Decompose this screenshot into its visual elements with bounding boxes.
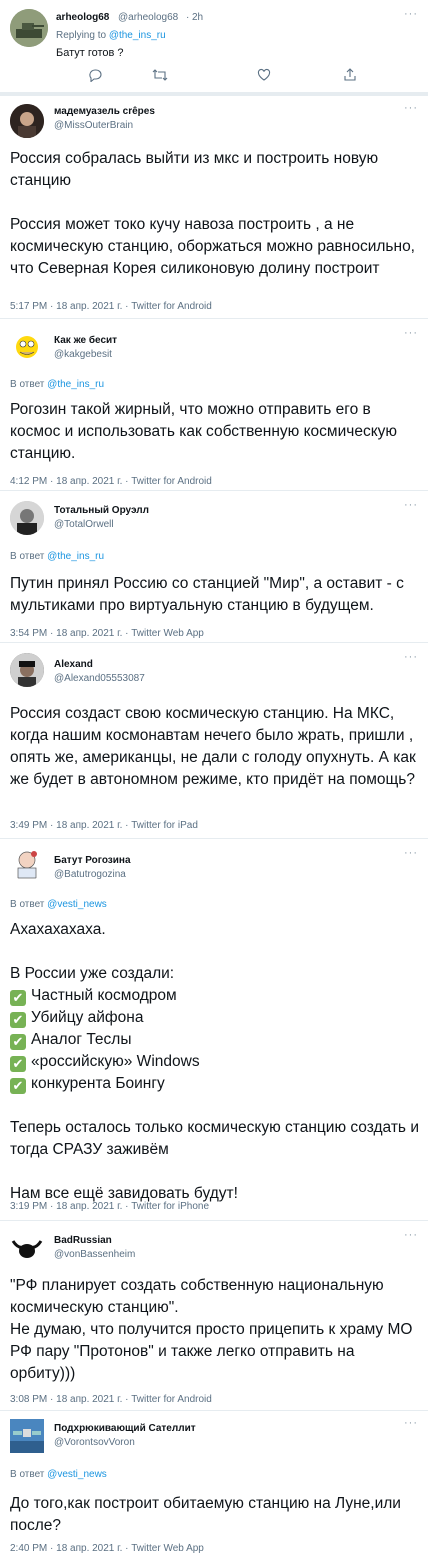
author-handle[interactable]: @VorontsovVoron: [54, 1437, 135, 1448]
author-handle[interactable]: @arheolog68: [118, 12, 178, 23]
separator-dot: ·: [186, 12, 190, 23]
replying-prefix: Replying to: [56, 30, 109, 41]
reply-to-link[interactable]: @vesti_news: [47, 899, 107, 910]
avatar[interactable]: [10, 104, 44, 138]
tweet-meta[interactable]: 3:08 PM · 18 апр. 2021 г. · Twitter for …: [10, 1394, 212, 1405]
check-item: ✔ Частный космодром: [10, 985, 420, 1007]
tweet-meta[interactable]: 5:17 PM · 18 апр. 2021 г. · Twitter for …: [10, 301, 212, 312]
avatar[interactable]: [10, 653, 44, 687]
author-handle[interactable]: @TotalOrwell: [54, 519, 114, 530]
in-reply-to: В ответ @vesti_news: [10, 899, 107, 910]
more-icon[interactable]: ···: [404, 499, 418, 511]
in-reply-to: В ответ @the_ins_ru: [10, 379, 104, 390]
check-item: ✔ «российскую» Windows: [10, 1051, 420, 1073]
author-handle[interactable]: @Batutrogozina: [54, 869, 126, 880]
reply-to-link[interactable]: @the_ins_ru: [47, 379, 104, 390]
more-icon[interactable]: ···: [404, 102, 418, 114]
more-icon[interactable]: ···: [404, 847, 418, 859]
in-reply-to: В ответ @the_ins_ru: [10, 551, 104, 562]
share-icon[interactable]: [343, 68, 357, 82]
replying-to: Replying to @the_ins_ru: [56, 30, 166, 41]
author-name[interactable]: BadRussian: [54, 1235, 112, 1246]
author-handle[interactable]: @Alexand05553087: [54, 673, 145, 684]
retweet-icon[interactable]: [152, 68, 168, 82]
tweet-kakgebesit[interactable]: Как же бесит @kakgebesit ··· В ответ @th…: [0, 318, 428, 490]
avatar[interactable]: [10, 329, 44, 363]
tweet-vonbassenheim[interactable]: BadRussian @vonBassenheim ··· "РФ планир…: [0, 1220, 428, 1410]
tank-avatar-icon: [10, 9, 48, 47]
reply-to-link[interactable]: @the_ins_ru: [47, 551, 104, 562]
tweet-text: Батут готов ?: [56, 47, 124, 59]
orwell-avatar-icon: [10, 501, 44, 535]
timestamp[interactable]: 2h: [192, 12, 203, 23]
text-line: В России уже создали:: [10, 965, 175, 982]
author-handle[interactable]: @vonBassenheim: [54, 1249, 135, 1260]
text-line: Ахахахахаха.: [10, 921, 106, 938]
check-item: ✔ Аналог Теслы: [10, 1029, 420, 1051]
avatar[interactable]: [10, 847, 44, 881]
tweet-text: До того,как построит обитаемую станцию н…: [10, 1495, 401, 1534]
avatar[interactable]: [10, 1231, 44, 1265]
homer-avatar-icon: [16, 336, 38, 358]
author-name[interactable]: Alexand: [54, 659, 93, 670]
author-handle[interactable]: @MissOuterBrain: [54, 120, 133, 131]
avatar[interactable]: [10, 1419, 44, 1453]
reply-icon[interactable]: [88, 68, 102, 82]
check-mark-icon: ✔: [10, 990, 26, 1006]
tweet-meta[interactable]: 3:49 PM · 18 апр. 2021 г. · Twitter for …: [10, 820, 198, 831]
reply-prefix: В ответ: [10, 551, 48, 562]
tweet-text: Россия собралась выйти из мкс и построит…: [10, 150, 415, 277]
check-mark-icon: ✔: [10, 1078, 26, 1094]
tweet-arheolog68[interactable]: arheolog68 @arheolog68 · 2h ··· Replying…: [0, 0, 428, 92]
reply-to-link[interactable]: @vesti_news: [47, 1469, 107, 1480]
like-icon[interactable]: [257, 68, 271, 82]
author-handle[interactable]: @kakgebesit: [54, 349, 112, 360]
tweet-missouterbrain[interactable]: мадемуазель crêpes @MissOuterBrain ··· Р…: [0, 92, 428, 318]
reply-prefix: В ответ: [10, 1469, 48, 1480]
more-icon[interactable]: ···: [404, 327, 418, 339]
tweet-meta[interactable]: 4:12 PM · 18 апр. 2021 г. · Twitter for …: [10, 476, 212, 487]
avatar[interactable]: [10, 9, 48, 47]
text-line: Теперь осталось только космическую станц…: [10, 1119, 419, 1158]
cap-avatar-icon: [10, 653, 44, 687]
check-item: ✔ конкурента Боингу: [10, 1073, 420, 1095]
check-mark-icon: ✔: [10, 1034, 26, 1050]
tweet-alexand[interactable]: Alexand @Alexand05553087 ··· Россия созд…: [0, 642, 428, 838]
avatar[interactable]: [10, 501, 44, 535]
more-icon[interactable]: ···: [404, 8, 418, 20]
author-name[interactable]: Тотальный Оруэлл: [54, 505, 149, 516]
tweet-vorontsovvoron[interactable]: Подхрюкивающий Сателлит @VorontsovVoron …: [0, 1410, 428, 1555]
author-name[interactable]: Как же бесит: [54, 335, 117, 346]
tweet-text: "РФ планирует создать собственную национ…: [10, 1277, 413, 1382]
satellite-avatar-icon: [10, 1419, 44, 1453]
author-name[interactable]: Подхрюкивающий Сателлит: [54, 1423, 196, 1434]
tweet-totalorwell[interactable]: Тотальный Оруэлл @TotalOrwell ··· В отве…: [0, 490, 428, 642]
check-item: ✔ Убийцу айфона: [10, 1007, 420, 1029]
check-mark-icon: ✔: [10, 1056, 26, 1072]
tweet-meta[interactable]: 3:54 PM · 18 апр. 2021 г. · Twitter Web …: [10, 628, 204, 639]
replying-to-link[interactable]: @the_ins_ru: [109, 30, 166, 41]
tweet-text: Ахахахахаха. В России уже создали: ✔ Част…: [10, 919, 420, 1205]
tweet-meta[interactable]: 3:19 PM · 18 апр. 2021 г. · Twitter for …: [10, 1201, 209, 1212]
author-name[interactable]: Батут Рогозина: [54, 855, 131, 866]
tweet-text: Путин принял Россию со станцией "Мир", а…: [10, 575, 404, 614]
bull-avatar-icon: [11, 1240, 43, 1258]
tweet-text: Рогозин такой жирный, что можно отправит…: [10, 401, 398, 462]
reply-prefix: В ответ: [10, 899, 48, 910]
more-icon[interactable]: ···: [404, 1417, 418, 1429]
author-name[interactable]: arheolog68: [56, 12, 109, 23]
tweet-text: Россия создаст свою космическую станцию.…: [10, 705, 416, 788]
check-mark-icon: ✔: [10, 1012, 26, 1028]
reply-prefix: В ответ: [10, 379, 48, 390]
in-reply-to: В ответ @vesti_news: [10, 1469, 107, 1480]
more-icon[interactable]: ···: [404, 1229, 418, 1241]
cartoon-avatar-icon: [17, 851, 37, 879]
portrait-avatar-icon: [10, 104, 44, 138]
author-name[interactable]: мадемуазель crêpes: [54, 106, 155, 117]
tweet-meta[interactable]: 2:40 PM · 18 апр. 2021 г. · Twitter Web …: [10, 1543, 204, 1554]
more-icon[interactable]: ···: [404, 651, 418, 663]
tweet-batutrogozina[interactable]: Батут Рогозина @Batutrogozina ··· В отве…: [0, 838, 428, 1220]
